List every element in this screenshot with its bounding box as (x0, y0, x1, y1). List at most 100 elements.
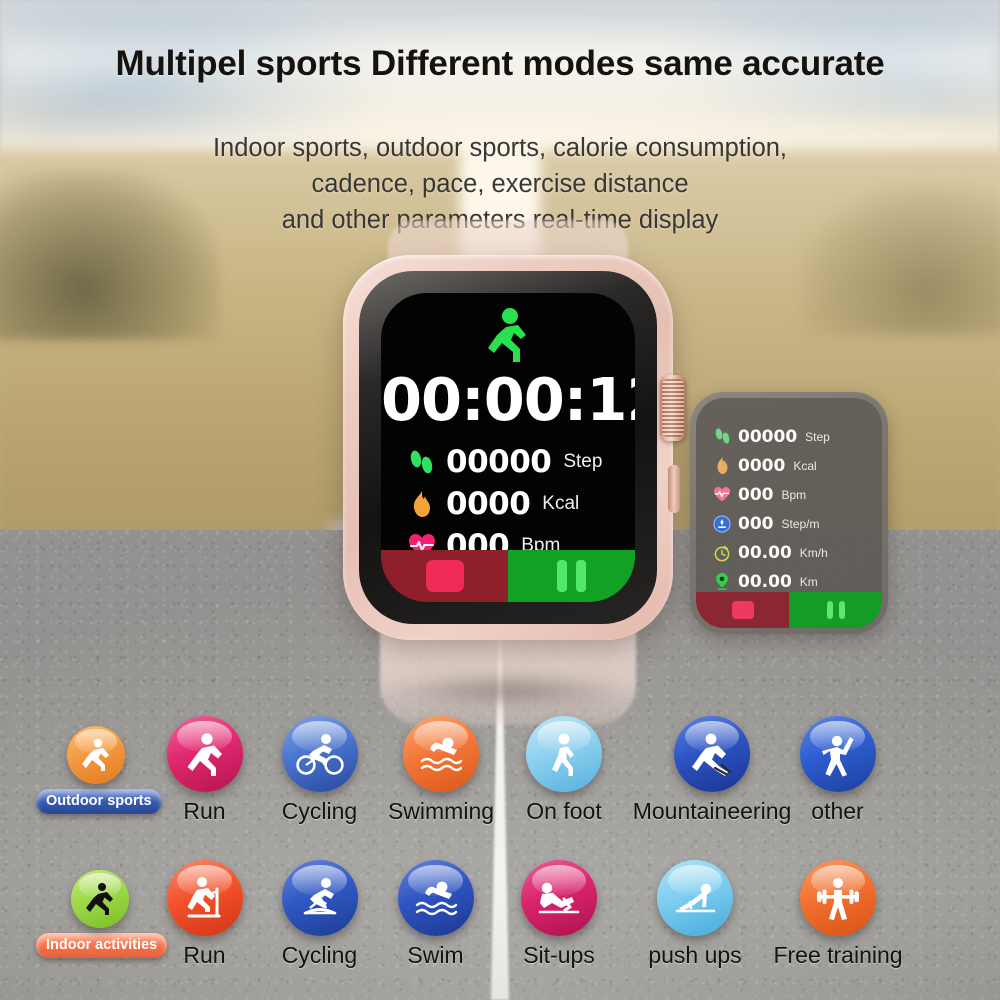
flame-icon (712, 456, 732, 475)
smartwatch-device: 00:00:12 00000 Step (318, 220, 698, 725)
sport-category-badge-outdoor: Outdoor sports (36, 789, 162, 814)
pause-button[interactable] (789, 592, 882, 628)
mini-metrics-list: 00000 Step 0000 Kcal 000 Bpm 000 Step/m … (712, 422, 882, 596)
metric-value-kcal: 0000 (446, 486, 531, 522)
metric-row-kcal: 0000 Kcal (407, 483, 635, 525)
badge-label-indoor: Indoor activities (36, 933, 168, 958)
sport-item-run-indoor[interactable]: Run (152, 860, 257, 969)
stop-square-icon (425, 560, 464, 592)
sport-item-swim-indoor[interactable]: Swim (383, 860, 488, 969)
pause-bar-right-icon (576, 560, 586, 592)
sport-label-other-outdoor: other (811, 798, 864, 824)
mini-metric-row-bpm: 000 Bpm (712, 480, 882, 509)
sport-item-cycling-indoor[interactable]: Cycling (267, 860, 372, 969)
sport-item-situps-indoor[interactable]: Sit-ups (505, 860, 613, 969)
mini-metric-value-cadence: 000 (738, 513, 774, 534)
stop-button[interactable] (696, 592, 789, 628)
mini-metric-value-bpm: 000 (738, 484, 774, 505)
sport-item-cycling-outdoor[interactable]: Cycling (267, 716, 372, 825)
sport-label-run-indoor: Run (183, 942, 226, 968)
pushup-icon (657, 860, 733, 936)
swimmer-icon (403, 716, 479, 792)
sport-item-on-foot-outdoor[interactable]: On foot (508, 716, 620, 825)
mini-watch-case: 00000 Step 0000 Kcal 000 Bpm 000 Step/m … (690, 392, 888, 634)
runner-icon (166, 716, 243, 792)
walking-person-icon (526, 716, 602, 792)
stretching-person-icon (799, 716, 876, 792)
metric-row-step: 00000 Step (407, 441, 635, 483)
mini-metric-value-kcal: 0000 (738, 455, 786, 476)
outdoor-runner-icon (67, 726, 125, 784)
pause-bar-left-icon (557, 560, 567, 592)
watch-button-bar (381, 550, 635, 602)
badge-label-outdoor: Outdoor sports (36, 789, 162, 814)
pause-button[interactable] (508, 550, 635, 602)
heartbeat-icon (712, 486, 732, 503)
sport-label-cycling-outdoor: Cycling (281, 798, 358, 824)
sport-label-free-training-indoor: Free training (773, 942, 903, 968)
stopwatch-timer: 00:00:12 (381, 365, 635, 434)
mini-watch-button-bar (696, 592, 882, 628)
secondary-watch-preview: 00000 Step 0000 Kcal 000 Bpm 000 Step/m … (690, 392, 888, 634)
sport-label-situps-indoor: Sit-ups (523, 942, 595, 968)
swimmer-icon (397, 860, 474, 936)
mini-metric-row-speed: 00.00 Km/h (712, 538, 882, 567)
mini-metric-unit-distance: Km (799, 574, 818, 589)
mini-metric-row-step: 00000 Step (712, 422, 882, 451)
pause-bar-left-icon (826, 601, 833, 619)
pause-bar-right-icon (838, 601, 845, 619)
sport-label-pushups-indoor: push ups (648, 942, 742, 968)
watch-case: 00:00:12 00000 Step (343, 255, 686, 640)
mini-metric-value-distance: 00.00 (738, 571, 792, 592)
hiker-icon (674, 716, 750, 792)
sport-label-swimming-outdoor: Swimming (387, 798, 495, 824)
barbell-lifter-icon (800, 860, 876, 936)
sport-label-mountaineering-outdoor: Mountaineering (632, 798, 792, 824)
stop-button[interactable] (381, 550, 508, 602)
sport-label-swim-indoor: Swim (407, 942, 464, 968)
running-person-icon (381, 307, 635, 370)
indoor-runner-icon (71, 870, 129, 928)
sport-label-run-outdoor: Run (183, 798, 226, 824)
situp-icon (521, 860, 597, 936)
watch-screen[interactable]: 00:00:12 00000 Step (381, 293, 635, 602)
footsteps-icon (407, 448, 437, 476)
metric-unit-step: Step (563, 451, 603, 472)
sport-item-pushups-indoor[interactable]: push ups (630, 860, 760, 969)
sport-category-indoor[interactable]: Indoor activities (36, 870, 168, 958)
sport-label-on-foot-outdoor: On foot (526, 798, 602, 824)
page-title: Multipel sports Different modes same acc… (115, 44, 885, 83)
sport-category-outdoor[interactable]: Outdoor sports (36, 726, 162, 814)
sport-item-other-outdoor[interactable]: other (790, 716, 885, 825)
metric-unit-kcal: Kcal (542, 493, 580, 514)
mini-metric-value-speed: 00.00 (738, 542, 792, 563)
mini-metric-row-kcal: 0000 Kcal (712, 451, 882, 480)
watch-metrics-list: 00000 Step 0000 Kcal 000 Bpm (407, 441, 635, 567)
sport-category-badge-indoor: Indoor activities (36, 933, 168, 958)
treadmill-icon (166, 860, 243, 936)
sport-row-indoor: Indoor activities Run Cycling Swim Sit-u… (0, 850, 1000, 998)
digital-crown[interactable] (660, 375, 686, 441)
mini-metric-value-step: 00000 (738, 426, 798, 447)
cyclist-icon (281, 716, 358, 792)
sport-item-run-outdoor[interactable]: Run (152, 716, 257, 825)
stopwatch-icon (712, 544, 732, 562)
stop-square-icon (731, 601, 754, 619)
flame-icon (407, 490, 437, 518)
mini-metric-unit-kcal: Kcal (793, 458, 817, 473)
sport-label-cycling-indoor: Cycling (281, 942, 358, 968)
sport-row-outdoor: Outdoor sports Run Cycling Swimming On f… (0, 702, 1000, 850)
sport-modes-grid: Outdoor sports Run Cycling Swimming On f… (0, 702, 1000, 998)
metric-value-step: 00000 (446, 444, 552, 480)
mini-watch-screen[interactable]: 00000 Step 0000 Kcal 000 Bpm 000 Step/m … (696, 398, 882, 628)
side-button[interactable] (668, 465, 680, 513)
footsteps-icon (712, 427, 732, 446)
sport-item-mountaineering-outdoor[interactable]: Mountaineering (626, 716, 798, 825)
sport-item-swimming-outdoor[interactable]: Swimming (380, 716, 502, 825)
mini-metric-unit-speed: Km/h (799, 545, 828, 560)
mini-metric-unit-bpm: Bpm (781, 487, 807, 502)
subtitle-line-2: cadence, pace, exercise distance (311, 170, 689, 199)
subtitle-line-1: Indoor sports, outdoor sports, calorie c… (212, 134, 788, 162)
cadence-icon (712, 514, 732, 533)
sport-item-free-training-indoor[interactable]: Free training (768, 860, 908, 969)
